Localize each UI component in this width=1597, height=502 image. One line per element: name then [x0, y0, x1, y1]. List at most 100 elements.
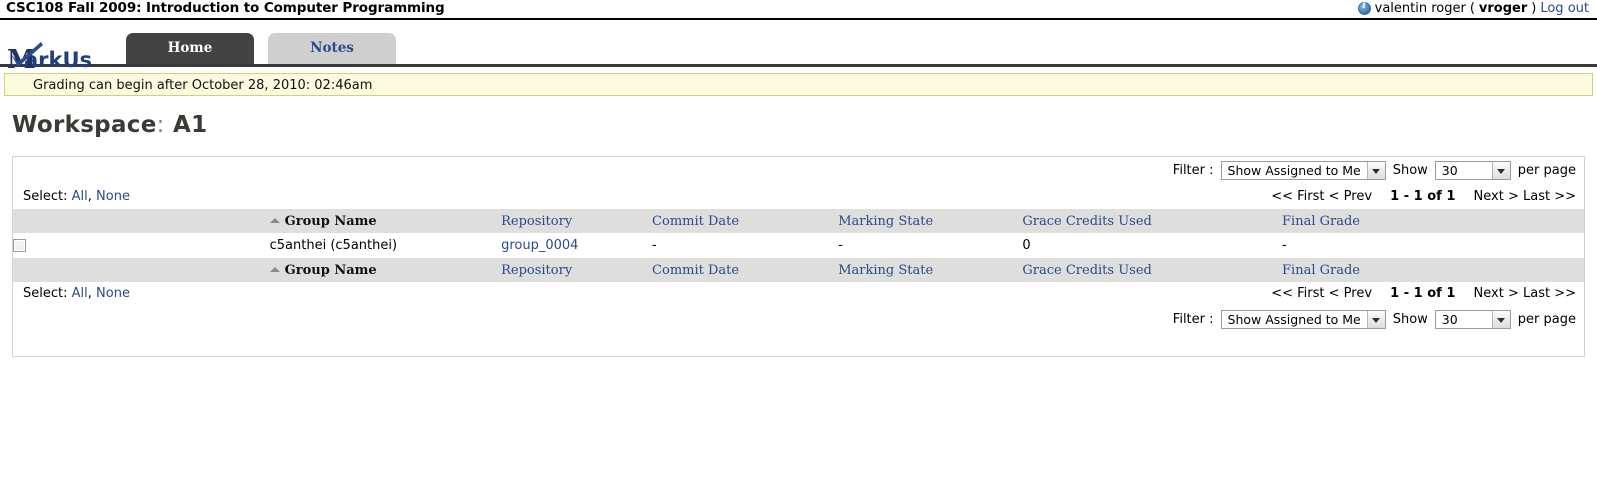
table-footer-final-grade[interactable]: Final Grade: [1282, 258, 1584, 282]
paren-open: (: [1469, 1, 1475, 16]
filter-label-top: Filter :: [1172, 163, 1214, 178]
panel-footer-spacer: [13, 334, 1584, 356]
page-range-bottom: 1 - 1 of 1: [1390, 286, 1456, 301]
user-login: vroger: [1478, 1, 1528, 16]
tab-home[interactable]: Home: [126, 33, 254, 64]
table-footer-checkbox: [13, 258, 270, 282]
markus-logo[interactable]: arkUs M: [7, 42, 112, 76]
table-header-row-top: Group Name Repository Commit Date Markin…: [13, 209, 1584, 233]
filter-select-top[interactable]: Show Assigned to Me: [1220, 161, 1386, 180]
page-last-top[interactable]: Last >>: [1523, 189, 1576, 204]
page-title-separator: :: [156, 112, 165, 138]
logout-link[interactable]: Log out: [1540, 1, 1589, 16]
pagination-bottom: << First < Prev 1 - 1 of 1 Next > Last >…: [1271, 282, 1576, 306]
page-next-bottom[interactable]: Next >: [1474, 286, 1519, 301]
main-tabs: Home Notes: [126, 33, 396, 64]
table-row[interactable]: c5anthei (c5anthei) group_0004 - - 0 -: [13, 233, 1584, 258]
page-next-top[interactable]: Next >: [1474, 189, 1519, 204]
table-footer-commit-date-label: Commit Date: [652, 262, 740, 278]
table-footer-group-name[interactable]: Group Name: [269, 258, 502, 282]
table-header-commit-date-top[interactable]: Commit Date: [652, 209, 839, 233]
table-footer-marking-state-label: Marking State: [838, 262, 934, 278]
filter-select-bottom-value: Show Assigned to Me: [1227, 312, 1361, 327]
table-body: c5anthei (c5anthei) group_0004 - - 0 -: [13, 233, 1584, 258]
select-none-link-bottom[interactable]: None: [96, 286, 130, 301]
per-page-label-bottom: per page: [1517, 312, 1576, 327]
page-prev-top[interactable]: < Prev: [1329, 189, 1372, 204]
row-group-name: c5anthei (c5anthei): [269, 233, 502, 258]
filter-label-bottom: Filter :: [1172, 312, 1214, 327]
table-header-repository-top[interactable]: Repository: [501, 209, 653, 233]
table-footer-commit-date[interactable]: Commit Date: [652, 258, 839, 282]
table-header-group-name-top[interactable]: Group Name: [269, 209, 502, 233]
row-select-checkbox[interactable]: [13, 239, 26, 252]
per-page-select-top[interactable]: 30: [1434, 161, 1511, 180]
grading-notice-banner: Grading can begin after October 28, 2010…: [4, 73, 1593, 96]
table-header-commit-date-label-top: Commit Date: [652, 213, 740, 229]
show-label-bottom: Show: [1392, 312, 1428, 327]
row-commit-date: -: [652, 233, 839, 258]
page-first-bottom[interactable]: << First: [1271, 286, 1324, 301]
select-label-bottom: Select:: [23, 286, 68, 301]
row-checkbox-cell[interactable]: [13, 233, 270, 258]
filter-select-bottom[interactable]: Show Assigned to Me: [1220, 310, 1386, 329]
navigation-strip: arkUs M Home Notes: [0, 20, 1597, 75]
per-page-label-top: per page: [1517, 163, 1576, 178]
table-header-final-grade-label-top: Final Grade: [1282, 213, 1360, 229]
chevron-down-icon[interactable]: [1366, 162, 1385, 179]
select-all-link-top[interactable]: All: [72, 189, 88, 204]
select-none-link-top[interactable]: None: [96, 189, 130, 204]
course-title: CSC108 Fall 2009: Introduction to Comput…: [6, 0, 445, 16]
toolbar-top: Filter : Show Assigned to Me Show 30 per…: [13, 157, 1584, 185]
table-header-row-bottom: Group Name Repository Commit Date Markin…: [13, 258, 1584, 282]
table-header-repository-label-top: Repository: [501, 213, 573, 229]
table-footer-marking-state[interactable]: Marking State: [838, 258, 1023, 282]
table-header-marking-state-top[interactable]: Marking State: [838, 209, 1023, 233]
submissions-table: Group Name Repository Commit Date Markin…: [13, 209, 1584, 282]
course-header-bar: CSC108 Fall 2009: Introduction to Comput…: [0, 0, 1597, 20]
per-page-select-top-value: 30: [1441, 163, 1458, 178]
select-comma-top: ,: [87, 189, 92, 204]
submissions-panel: Filter : Show Assigned to Me Show 30 per…: [12, 156, 1585, 357]
row-grace-credits-used: 0: [1022, 233, 1283, 258]
per-page-select-bottom-value: 30: [1441, 312, 1458, 327]
select-row-top: Select: All, None << First < Prev 1 - 1 …: [13, 185, 1584, 209]
table-footer-repository-label: Repository: [501, 262, 573, 278]
paren-close: ): [1531, 1, 1537, 16]
row-repository[interactable]: group_0004: [501, 233, 653, 258]
table-footer-grace-credits[interactable]: Grace Credits Used: [1022, 258, 1283, 282]
table-header-grace-credits-top[interactable]: Grace Credits Used: [1022, 209, 1283, 233]
page-title: Workspace: A1: [12, 112, 1597, 138]
chevron-down-icon[interactable]: [1491, 311, 1510, 328]
select-label-top: Select:: [23, 189, 68, 204]
select-row-bottom: Select: All, None << First < Prev 1 - 1 …: [13, 282, 1584, 306]
select-comma-bottom: ,: [87, 286, 92, 301]
page-first-top[interactable]: << First: [1271, 189, 1324, 204]
toolbar-bottom: Filter : Show Assigned to Me Show 30 per…: [13, 306, 1584, 334]
sort-ascending-icon: [269, 217, 280, 223]
page-last-bottom[interactable]: Last >>: [1523, 286, 1576, 301]
chevron-down-icon[interactable]: [1491, 162, 1510, 179]
table-footer-group-name-label: Group Name: [284, 262, 377, 278]
sort-ascending-icon: [269, 266, 280, 272]
page-prev-bottom[interactable]: < Prev: [1329, 286, 1372, 301]
table-footer-repository[interactable]: Repository: [501, 258, 653, 282]
table-header-bottom: Group Name Repository Commit Date Markin…: [13, 258, 1584, 282]
tab-notes[interactable]: Notes: [268, 33, 396, 64]
filter-select-top-value: Show Assigned to Me: [1227, 163, 1361, 178]
page-range-top: 1 - 1 of 1: [1390, 189, 1456, 204]
row-marking-state: -: [838, 233, 1023, 258]
select-all-link-bottom[interactable]: All: [72, 286, 88, 301]
pagination-top: << First < Prev 1 - 1 of 1 Next > Last >…: [1271, 185, 1576, 209]
user-display-name: valentin roger: [1374, 1, 1466, 16]
chevron-down-icon[interactable]: [1366, 311, 1385, 328]
page-title-value: A1: [172, 112, 208, 138]
user-session-block: valentin roger ( vroger ) Log out: [1357, 1, 1589, 16]
per-page-select-bottom[interactable]: 30: [1434, 310, 1511, 329]
table-header-marking-state-label-top: Marking State: [838, 213, 934, 229]
table-header-group-name-label-top: Group Name: [284, 213, 377, 229]
table-header-final-grade-top[interactable]: Final Grade: [1282, 209, 1584, 233]
row-repository-link[interactable]: group_0004: [501, 238, 578, 253]
filter-controls-bottom: Filter : Show Assigned to Me Show 30 per…: [1173, 310, 1576, 329]
page-title-label: Workspace: [12, 112, 157, 138]
